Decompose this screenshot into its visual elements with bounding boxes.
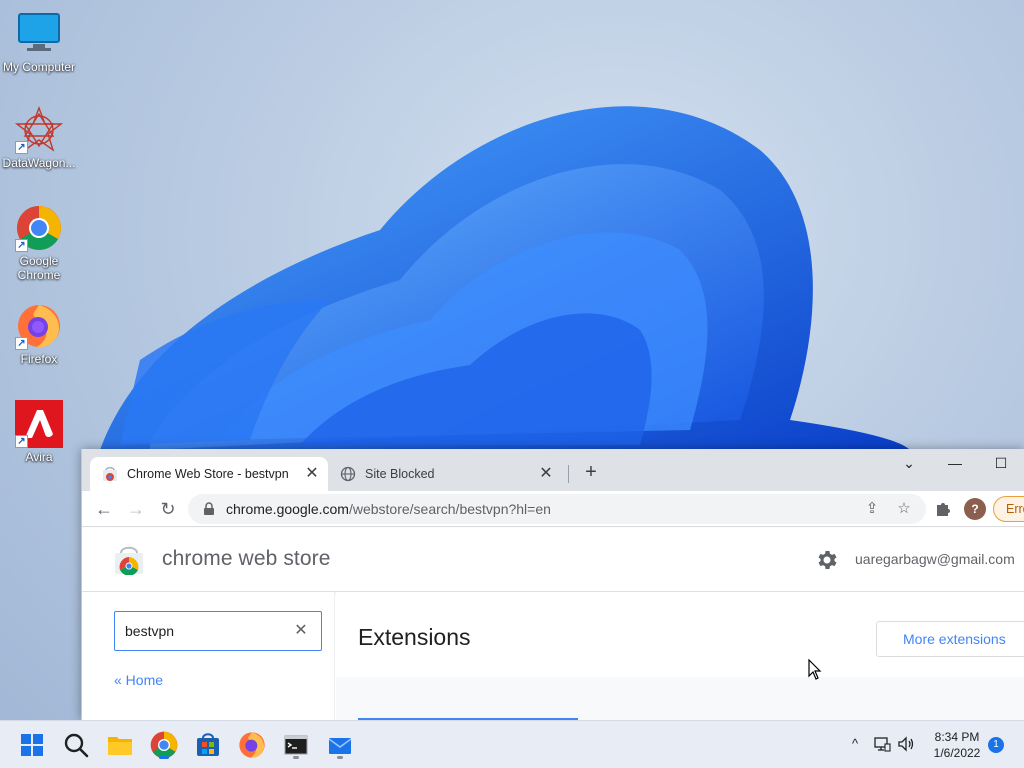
clock-time: 8:34 PM: [934, 730, 980, 744]
lock-icon: [204, 502, 214, 515]
globe-icon: [340, 466, 356, 482]
tab-close-icon[interactable]: ✕: [302, 464, 322, 484]
search-icon: [64, 733, 89, 758]
extensions-puzzle-icon[interactable]: [933, 499, 953, 519]
desktop-icon-google-chrome[interactable]: ↗ Google Chrome: [0, 204, 78, 282]
results-header: Extensions More extensions: [336, 592, 1024, 677]
chrome-web-store-logo-icon[interactable]: [114, 545, 144, 575]
more-extensions-button[interactable]: More extensions: [876, 621, 1024, 657]
taskbar-firefox[interactable]: [236, 729, 268, 761]
datawagon-icon: ↗: [14, 106, 64, 154]
url-host: chrome.google.com: [226, 501, 349, 517]
gear-icon[interactable]: [815, 548, 839, 572]
profile-avatar[interactable]: ?: [964, 498, 986, 520]
taskbar-store[interactable]: [192, 729, 224, 761]
home-link[interactable]: « Home: [114, 672, 163, 688]
chrome-web-store-icon: [103, 467, 117, 481]
store-header: chrome web store uaregarbagw@gmail.com: [82, 528, 1024, 592]
mouse-cursor-icon: [808, 659, 822, 680]
desktop-icon-label: Avira: [25, 450, 53, 464]
start-icon: [21, 734, 43, 756]
network-icon[interactable]: [873, 735, 891, 753]
tab-chrome-web-store[interactable]: Chrome Web Store - bestvpn ✕: [90, 457, 328, 491]
shortcut-arrow-icon: ↗: [15, 239, 28, 252]
shortcut-arrow-icon: ↗: [15, 141, 28, 154]
shortcut-arrow-icon: ↗: [15, 337, 28, 350]
firefox-icon: [239, 732, 265, 758]
section-heading: Extensions: [358, 624, 471, 650]
running-indicator: [337, 756, 343, 759]
maximize-button[interactable]: ☐: [978, 449, 1024, 477]
tab-separator: [568, 465, 569, 483]
address-bar[interactable]: chrome.google.com/webstore/search/bestvp…: [188, 494, 926, 524]
error-button[interactable]: Error: [993, 496, 1024, 522]
share-icon[interactable]: ⇪: [863, 500, 881, 518]
running-indicator: [159, 756, 169, 759]
taskbar-clock[interactable]: 8:34 PM 1/6/2022: [925, 729, 989, 761]
avira-icon: ↗: [15, 400, 63, 448]
taskbar-mail[interactable]: [324, 729, 356, 761]
monitor-icon: [15, 10, 63, 58]
volume-icon[interactable]: [897, 735, 915, 753]
tab-strip: Chrome Web Store - bestvpn ✕ Site Blocke…: [82, 449, 1024, 491]
reload-icon[interactable]: ↻: [154, 495, 182, 523]
tab-search-chevron-icon[interactable]: ⌄: [886, 449, 932, 477]
desktop-icon-avira[interactable]: ↗ Avira: [0, 400, 78, 464]
forward-arrow-icon[interactable]: →: [122, 495, 150, 523]
store-sidebar: ✕ « Home: [82, 592, 335, 720]
file-explorer-icon: [108, 737, 132, 755]
tab-site-blocked[interactable]: Site Blocked ✕: [332, 457, 562, 491]
notification-badge[interactable]: 1: [988, 737, 1004, 753]
desktop-icon-my-computer[interactable]: My Computer: [0, 10, 78, 74]
clear-search-icon[interactable]: ✕: [291, 621, 311, 641]
store-search-input[interactable]: [125, 621, 285, 641]
running-indicator: [293, 756, 299, 759]
taskbar-search-button[interactable]: [60, 729, 92, 761]
desktop-icon-label: My Computer: [2, 60, 76, 74]
store-main: Extensions More extensions: [336, 592, 1024, 720]
tab-close-icon[interactable]: ✕: [536, 464, 556, 484]
new-tab-button[interactable]: +: [579, 461, 603, 485]
desktop-icon-firefox[interactable]: ↗ Firefox: [0, 302, 78, 366]
desktop-icon-label: Google Chrome: [17, 254, 61, 282]
desktop-icon-label: DataWagon...: [2, 156, 76, 170]
account-email[interactable]: uaregarbagw@gmail.com: [855, 551, 1015, 567]
firefox-icon: ↗: [15, 302, 63, 350]
tab-title: Site Blocked: [365, 467, 435, 481]
store-search-box[interactable]: ✕: [114, 611, 322, 651]
desktop-icon-datawagon[interactable]: ↗ DataWagon...: [0, 106, 78, 170]
clock-date: 1/6/2022: [933, 746, 981, 760]
taskbar-terminal[interactable]: [280, 729, 312, 761]
store-icon: [197, 733, 219, 756]
show-hidden-icons-chevron-icon[interactable]: ^: [846, 735, 864, 753]
taskbar-chrome[interactable]: [148, 729, 180, 761]
shortcut-arrow-icon: ↗: [15, 435, 28, 448]
browser-toolbar: ← → ↻ chrome.google.com/webstore/search/…: [82, 491, 1024, 527]
chrome-icon: ↗: [15, 204, 63, 252]
bookmark-star-icon[interactable]: ☆: [895, 500, 913, 518]
store-title[interactable]: chrome web store: [162, 547, 331, 571]
minimize-button[interactable]: —: [932, 449, 978, 477]
desktop-icon-label: Firefox: [20, 352, 58, 366]
tab-title: Chrome Web Store - bestvpn: [127, 467, 289, 481]
url-path: /webstore/search/bestvpn?hl=en: [348, 501, 551, 517]
start-button[interactable]: [16, 729, 48, 761]
back-arrow-icon[interactable]: ←: [90, 495, 118, 523]
chrome-window: Chrome Web Store - bestvpn ✕ Site Blocke…: [81, 449, 1024, 720]
taskbar-file-explorer[interactable]: [104, 729, 136, 761]
taskbar: ^ 8:34 PM 1/6/2022 1: [0, 720, 1024, 768]
